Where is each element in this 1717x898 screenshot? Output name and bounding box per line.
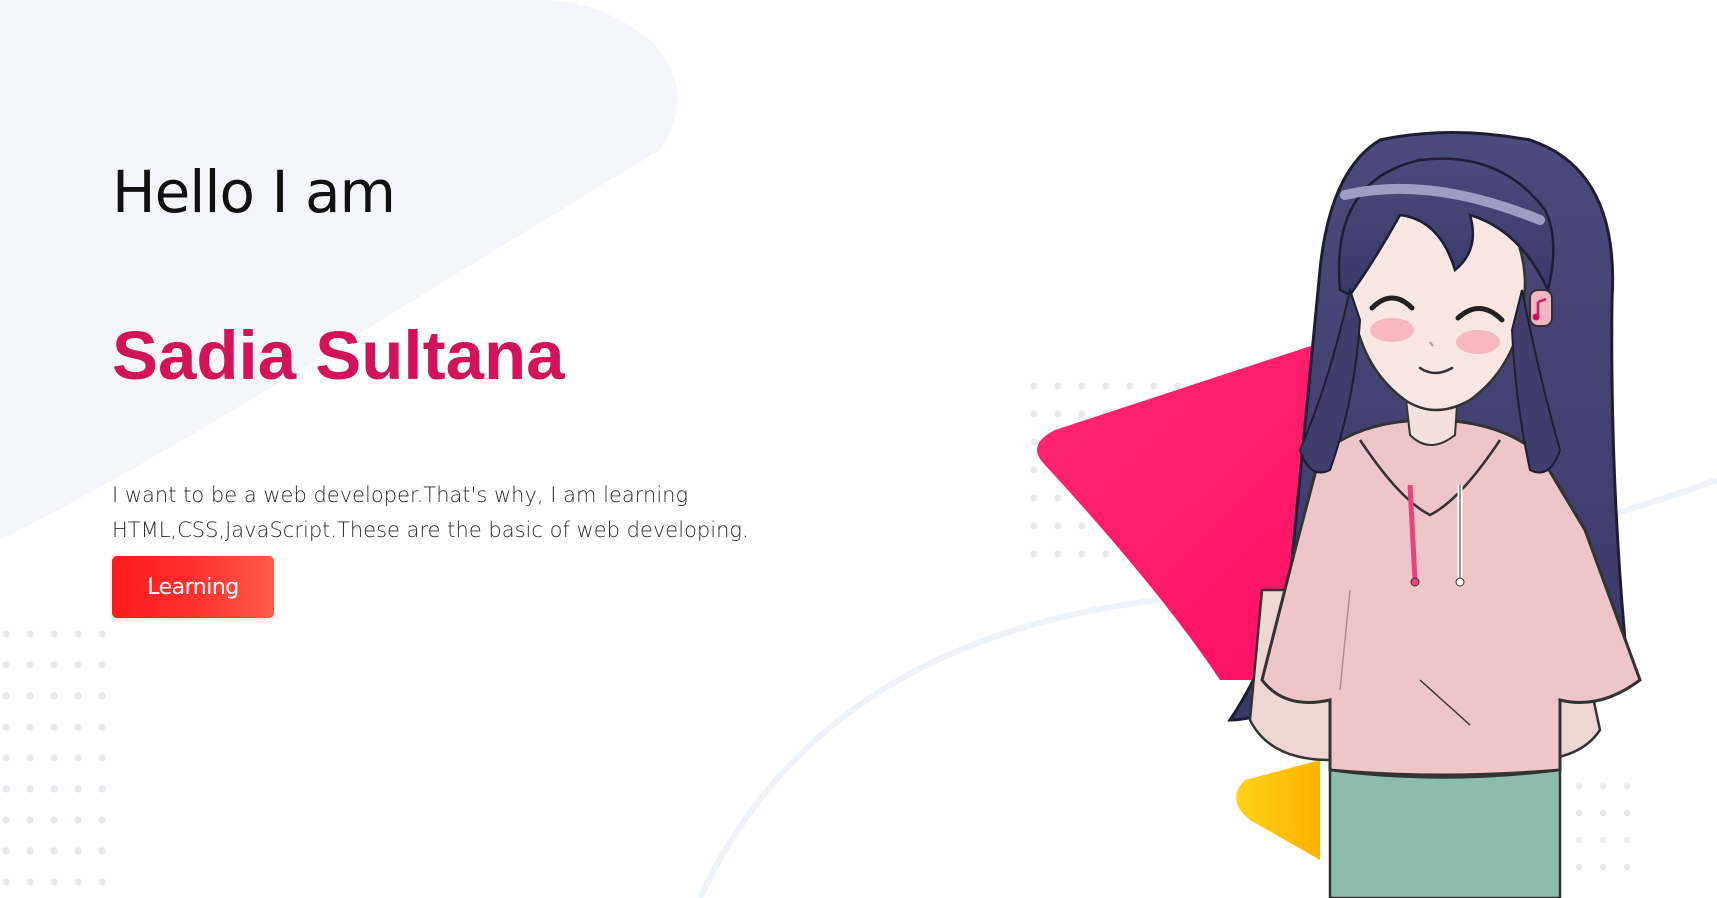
anime-girl-illustration — [1037, 131, 1642, 898]
name-heading: Sadia Sultana — [112, 317, 565, 394]
greeting-heading: Hello I am — [112, 158, 396, 226]
learning-button[interactable]: Learning — [112, 556, 274, 618]
bio-line-1: I want to be a web developer.That's why,… — [112, 483, 689, 507]
yellow-triangle-shape — [1236, 760, 1320, 860]
hair-clip — [1529, 289, 1553, 327]
bio-line-2: HTML,CSS,JavaScript.These are the basic … — [112, 518, 749, 542]
dot-grid-left — [0, 628, 120, 898]
bio-text: I want to be a web developer.That's why,… — [112, 478, 872, 548]
